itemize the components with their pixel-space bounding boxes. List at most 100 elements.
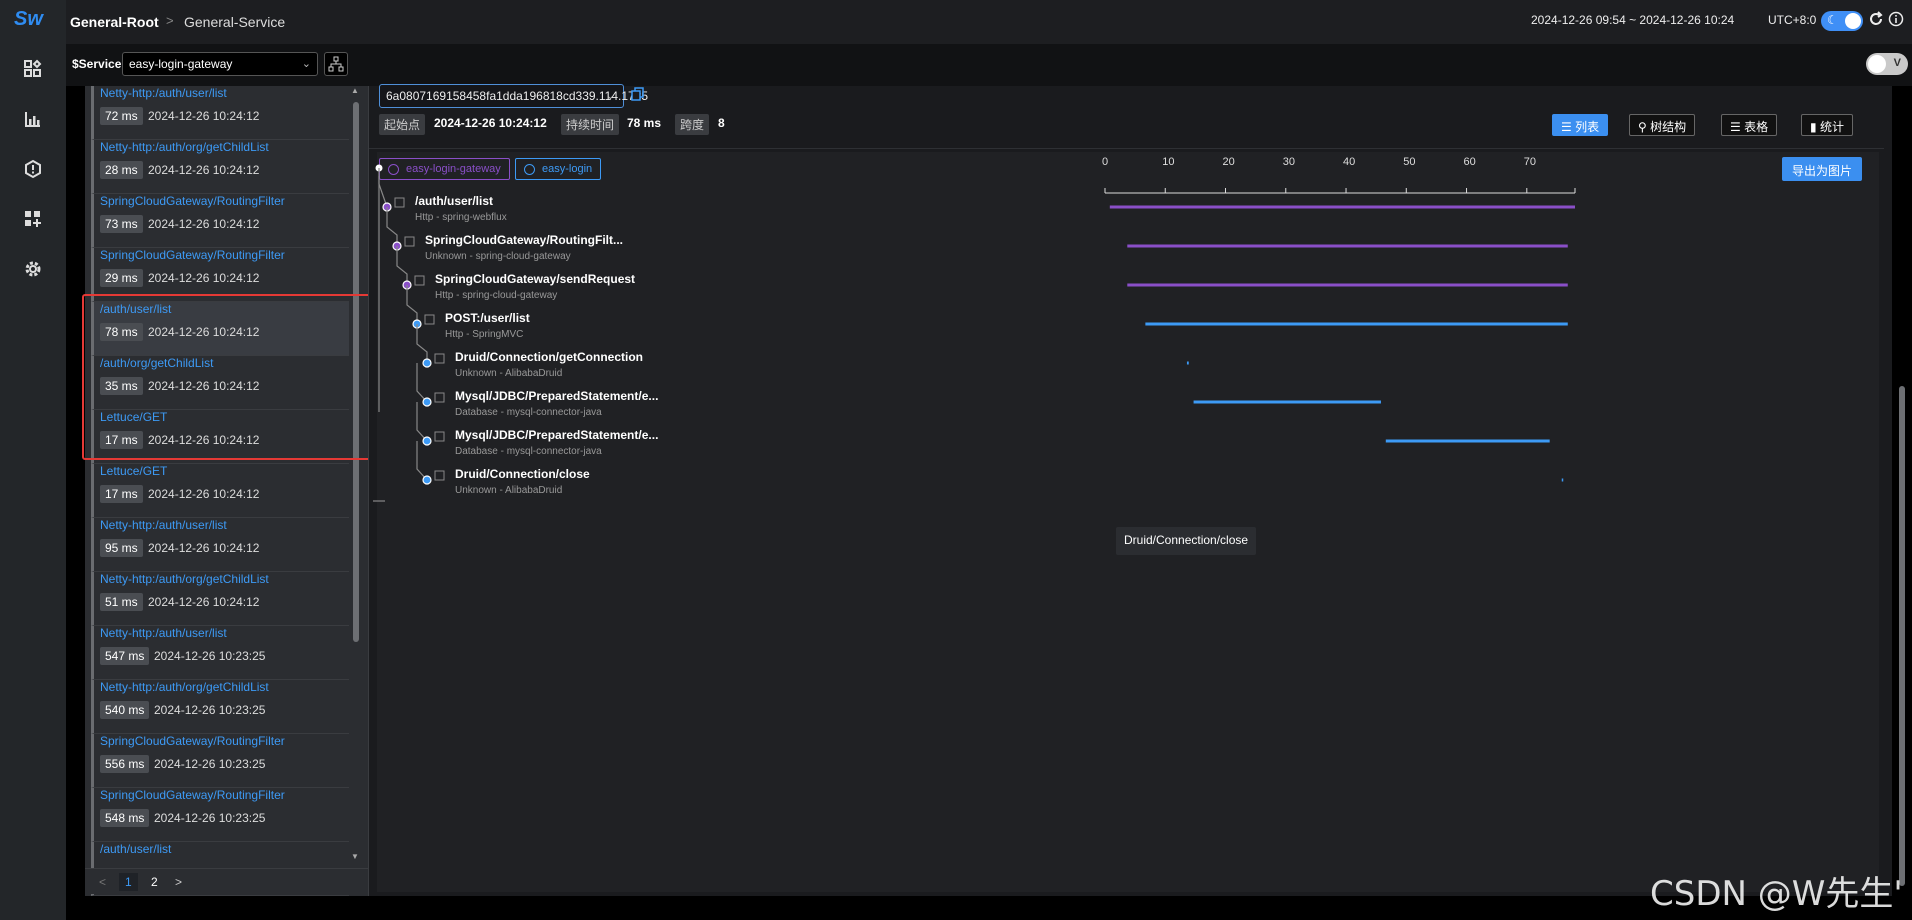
span-type-icon bbox=[394, 197, 405, 208]
trace-duration: 540 ms bbox=[100, 701, 150, 719]
chart-icon[interactable] bbox=[18, 104, 48, 134]
trace-list-item[interactable]: Netty-http:/auth/user/list 547 ms 2024-12-… bbox=[91, 626, 349, 680]
alert-icon[interactable] bbox=[18, 154, 48, 184]
logo[interactable]: Sw bbox=[14, 8, 52, 38]
service-select[interactable]: easy-login-gateway ⌄ bbox=[122, 52, 318, 76]
trace-list-item[interactable]: Netty-http:/auth/org/getChildList 540 ms 2… bbox=[91, 680, 349, 734]
timezone-label: UTC+8:0 bbox=[1768, 13, 1817, 27]
span-type-icon bbox=[424, 314, 435, 325]
span-name[interactable]: SpringCloudGateway/sendRequest bbox=[435, 272, 635, 286]
span-type-icon bbox=[404, 236, 415, 247]
span-type-icon bbox=[434, 470, 445, 481]
trace-list: Netty-http:/auth/user/list 72 ms 2024-12-2… bbox=[85, 86, 368, 896]
settings-icon[interactable] bbox=[18, 254, 48, 284]
trace-list-item[interactable]: SpringCloudGateway/RoutingFilter 548 ms 20… bbox=[91, 788, 349, 842]
breadcrumb-root[interactable]: General-Root bbox=[70, 14, 159, 30]
span-name[interactable]: SpringCloudGateway/RoutingFilt... bbox=[425, 233, 623, 247]
scroll-up-icon[interactable]: ▲ bbox=[351, 86, 359, 95]
service-bar: $Service easy-login-gateway ⌄ V bbox=[66, 44, 1912, 86]
trace-time: 2024-12-26 10:23:25 bbox=[154, 703, 266, 717]
chevron-down-icon: ⌄ bbox=[301, 58, 311, 70]
span-type-icon bbox=[434, 431, 445, 442]
trace-duration: 73 ms bbox=[100, 215, 143, 233]
trace-detail: 6a0807169158458fa1dda196818cd339.114.173… bbox=[368, 84, 1892, 896]
trace-list-item[interactable]: Lettuce/GET 17 ms 2024-12-26 10:24:12 bbox=[91, 464, 349, 518]
trace-list-item[interactable]: SpringCloudGateway/RoutingFilter 73 ms 202… bbox=[91, 194, 349, 248]
pager-prev[interactable]: < bbox=[99, 875, 106, 889]
trace-time: 2024-12-26 10:23:25 bbox=[154, 649, 266, 663]
axis-tick-label: 0 bbox=[1102, 156, 1109, 168]
page-scrollbar[interactable] bbox=[1896, 86, 1908, 896]
span-node[interactable] bbox=[422, 358, 432, 368]
span-bar[interactable] bbox=[1127, 244, 1568, 248]
trace-endpoint: Netty-http:/auth/org/getChildList bbox=[100, 140, 269, 154]
span-subtitle: Unknown - AlibabaDruid bbox=[455, 485, 563, 496]
trace-list-item[interactable]: Netty-http:/auth/org/getChildList 51 ms 20… bbox=[91, 572, 349, 626]
trace-time: 2024-12-26 10:23:25 bbox=[154, 757, 266, 771]
span-bar[interactable] bbox=[1385, 439, 1550, 443]
span-node[interactable] bbox=[422, 436, 432, 446]
pager-page-1[interactable]: 1 bbox=[119, 873, 138, 891]
span-node[interactable] bbox=[422, 397, 432, 407]
span-name[interactable]: Mysql/JDBC/PreparedStatement/e... bbox=[455, 389, 658, 403]
span-node[interactable] bbox=[422, 475, 432, 485]
pager-page-2[interactable]: 2 bbox=[151, 875, 158, 889]
axis-tick-label: 40 bbox=[1343, 156, 1356, 168]
span-name[interactable]: Druid/Connection/getConnection bbox=[455, 350, 643, 364]
trace-time: 2024-12-26 10:24:12 bbox=[148, 595, 260, 609]
trace-list-item[interactable]: Netty-http:/auth/org/getChildList 28 ms 20… bbox=[91, 140, 349, 194]
span-bar[interactable] bbox=[1145, 322, 1568, 326]
axis-tick-label: 20 bbox=[1222, 156, 1235, 168]
time-range[interactable]: 2024-12-26 09:54 ~ 2024-12-26 10:24 bbox=[1531, 13, 1734, 27]
axis-tick-label: 10 bbox=[1162, 156, 1175, 168]
trace-time: 2024-12-26 10:24:12 bbox=[148, 541, 260, 555]
trace-duration: 17 ms bbox=[100, 485, 143, 503]
left-nav: Sw bbox=[0, 0, 66, 920]
axis-tick-label: 50 bbox=[1403, 156, 1416, 168]
timeline-chart bbox=[373, 164, 1576, 502]
trace-time: 2024-12-26 10:24:12 bbox=[148, 109, 260, 123]
pager-next[interactable]: > bbox=[175, 875, 182, 889]
trace-endpoint: Netty-http:/auth/org/getChildList bbox=[100, 572, 269, 586]
span-name[interactable]: Druid/Connection/close bbox=[455, 467, 590, 481]
dashboard-icon[interactable] bbox=[18, 54, 48, 84]
axis-tick-label: 30 bbox=[1282, 156, 1296, 168]
trace-endpoint: Netty-http:/auth/org/getChildList bbox=[100, 680, 269, 694]
span-subtitle: Database - mysql-connector-java bbox=[455, 446, 602, 457]
span-subtitle: Http - spring-webflux bbox=[415, 212, 507, 223]
trace-time: 2024-12-26 10:24:12 bbox=[148, 487, 260, 501]
trace-endpoint: Netty-http:/auth/user/list bbox=[100, 518, 227, 532]
span-bar[interactable] bbox=[1109, 205, 1575, 209]
span-subtitle: Database - mysql-connector-java bbox=[455, 407, 602, 418]
highlight-box bbox=[82, 294, 384, 460]
trace-time: 2024-12-26 10:23:25 bbox=[154, 811, 266, 825]
span-bar[interactable] bbox=[1127, 283, 1568, 287]
topology-button[interactable] bbox=[324, 52, 348, 76]
span-bar[interactable] bbox=[1193, 400, 1381, 404]
trace-endpoint: Netty-http:/auth/user/list bbox=[100, 626, 227, 640]
trace-duration: 28 ms bbox=[100, 161, 143, 179]
pagination: < 1 2 > bbox=[85, 868, 368, 894]
span-bar[interactable] bbox=[1561, 478, 1564, 482]
v-toggle-label: V bbox=[1893, 57, 1901, 69]
theme-toggle[interactable]: ☾ bbox=[1821, 11, 1863, 31]
span-name[interactable]: /auth/user/list bbox=[415, 194, 493, 208]
axis-tick-label: 60 bbox=[1463, 156, 1476, 168]
refresh-icon[interactable] bbox=[1868, 11, 1884, 32]
span-type-icon bbox=[434, 392, 445, 403]
trace-duration: 29 ms bbox=[100, 269, 143, 287]
trace-list-item[interactable]: SpringCloudGateway/RoutingFilter 556 ms 20… bbox=[91, 734, 349, 788]
scroll-down-icon[interactable]: ▼ bbox=[351, 852, 359, 861]
trace-list-scrollbar[interactable]: ▲ ▼ bbox=[350, 86, 362, 861]
span-bar[interactable] bbox=[1186, 361, 1189, 365]
span-name[interactable]: POST:/user/list bbox=[445, 311, 530, 325]
trace-list-item[interactable]: Netty-http:/auth/user/list 72 ms 2024-12-2… bbox=[91, 86, 349, 140]
top-bar: General-Root > General-Service 2024-12-2… bbox=[66, 0, 1912, 44]
trace-list-item[interactable]: Netty-http:/auth/user/list 95 ms 2024-12-2… bbox=[91, 518, 349, 572]
info-icon[interactable] bbox=[1888, 11, 1904, 32]
breadcrumb-service[interactable]: General-Service bbox=[184, 14, 285, 30]
span-name[interactable]: Mysql/JDBC/PreparedStatement/e... bbox=[455, 428, 658, 442]
add-widget-icon[interactable] bbox=[18, 204, 48, 234]
v-toggle[interactable]: V bbox=[1866, 53, 1908, 75]
span-subtitle: Unknown - spring-cloud-gateway bbox=[425, 251, 571, 262]
